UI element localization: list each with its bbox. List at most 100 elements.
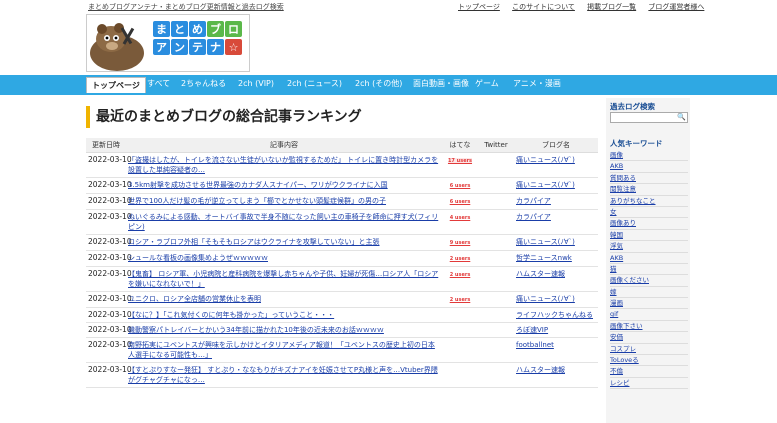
hatena-users[interactable]: 4 users — [450, 215, 471, 221]
keyword-list: 画像 AKB 質問ある 閲覧注意 ありがちなこと 女 画像あり 韓国 浮気 AK… — [610, 150, 688, 390]
keyword-link[interactable]: 画像下さい — [610, 322, 643, 330]
keyword-link[interactable]: gif — [610, 310, 618, 318]
blog-link[interactable]: ライフハックちゃんねる — [516, 311, 593, 319]
article-link[interactable]: 南野拓実にユベントスが興味を示しかけとイタリアメディア報道！「ユベントスの歴史上… — [128, 341, 435, 359]
log-search-input[interactable]: 🔍 — [610, 112, 688, 123]
nav-item-2ch[interactable]: 2ちゃんねる — [176, 75, 231, 93]
keyword-link[interactable]: 女 — [610, 208, 617, 216]
twitter-cell — [478, 291, 514, 308]
blog-link[interactable]: 痛いニュース(ﾉ∀`) — [516, 181, 575, 189]
keyword-link[interactable]: 猫 — [610, 265, 617, 273]
nav-item-videos[interactable]: 面白動画・画像 — [408, 75, 474, 93]
sidebar: 過去ログ検索 🔍 人気キーワード 画像 AKB 質問ある 閲覧注意 ありがちなこ… — [606, 98, 690, 423]
article-link[interactable]: 「盗撮はしたが、トイレを流さない生徒がいないか監視するためだ」 トイレに置き時計… — [128, 156, 438, 174]
row-date: 2022-03-10 — [86, 209, 132, 235]
nav-item-all[interactable]: すべて — [142, 75, 175, 93]
site-logo[interactable]: ま と め ブ ロ ア ン テ ナ ☆ — [86, 14, 250, 72]
site-description-link[interactable]: まとめブログアンテナ・まとめブログ更新情報と過去ログ検索 — [88, 2, 284, 12]
keyword-link[interactable]: AKB — [610, 254, 623, 262]
header-link-top[interactable]: トップページ — [458, 3, 500, 11]
keyword-link[interactable]: 韓国 — [610, 231, 623, 239]
header-link-owners[interactable]: ブログ運営者様へ — [648, 3, 704, 11]
article-link[interactable]: 機動警察パトレイバーとかいう34年前に描かれた10年後の近未来のお話ｗｗｗｗ — [128, 326, 384, 334]
blog-link[interactable]: カラパイア — [516, 213, 551, 221]
hatena-users[interactable]: 6 users — [450, 199, 471, 205]
hatena-users[interactable]: 9 users — [450, 240, 471, 246]
logo-char: ン — [171, 39, 188, 55]
keyword-link[interactable]: コスプレ — [610, 345, 636, 353]
twitter-cell — [478, 362, 514, 388]
mascot-icon — [90, 23, 144, 71]
table-row: 2022-03-10 機動警察パトレイバーとかいう34年前に描かれた10年後の近未… — [86, 322, 598, 338]
article-link[interactable]: 【すとぷりすなー発狂】 すとぷり・ななもりがキズナアイを妊娠させてP丸様と声を…… — [128, 366, 438, 384]
article-link[interactable]: 【鬼畜】 ロシア軍、小児病院と産科病院を爆撃し赤ちゃんや子供、妊婦が死傷…ロシア… — [128, 270, 438, 288]
row-date: 2022-03-10 — [86, 322, 132, 338]
hatena-users[interactable]: 2 users — [450, 297, 471, 303]
keyword-link[interactable]: レシピ — [610, 379, 630, 387]
keyword-link[interactable]: 漫画 — [610, 299, 623, 307]
nav-item-2ch-news[interactable]: 2ch (ニュース) — [282, 75, 347, 93]
keyword-link[interactable]: 不倫 — [610, 367, 623, 375]
article-link[interactable]: シュールな看板の画像集めようぜｗｗｗｗｗ — [128, 254, 268, 262]
article-link[interactable]: 3.5km射撃を成功させる世界最強のカナダ人スナイパー、ワリがウクライナに入国 — [128, 181, 388, 189]
row-date: 2022-03-10 — [86, 152, 132, 178]
top-bar: まとめブログアンテナ・まとめブログ更新情報と過去ログ検索 トップページ このサイ… — [0, 0, 777, 14]
nav-item-anime[interactable]: アニメ・漫画 — [508, 75, 566, 93]
keyword-link[interactable]: 閲覧注意 — [610, 185, 636, 193]
header-link-about[interactable]: このサイトについて — [512, 3, 575, 11]
nav-item-top[interactable]: トップページ — [86, 77, 146, 93]
keyword-link[interactable]: 画像ください — [610, 276, 649, 284]
article-link[interactable]: ユニクロ、ロシア全店舗の営業休止を表明 — [128, 295, 261, 303]
keyword-link[interactable]: 浮気 — [610, 242, 623, 250]
keyword-link[interactable]: 質問ある — [610, 174, 636, 182]
logo-char: ナ — [207, 39, 224, 55]
keyword-link[interactable]: 画像 — [610, 151, 623, 159]
keyword-link[interactable]: 嫁 — [610, 288, 617, 296]
article-link[interactable]: ぬいぐるみによる感動、オートバイ事故で半身不随になった飼い主の車椅子を師命に押す… — [128, 213, 438, 231]
header-links: トップページ このサイトについて 掲載ブログ一覧 ブログ運営者様へ — [458, 2, 714, 12]
keyword-link[interactable]: 画像あり — [610, 219, 636, 227]
twitter-cell — [478, 177, 514, 194]
blog-link[interactable]: カラパイア — [516, 197, 551, 205]
blog-link[interactable]: 痛いニュース(ﾉ∀`) — [516, 238, 575, 246]
nav-item-2ch-vip[interactable]: 2ch (VIP) — [233, 75, 279, 93]
row-date: 2022-03-10 — [86, 177, 132, 194]
blog-link[interactable]: 痛いニュース(ﾉ∀`) — [516, 156, 575, 164]
logo-char: ま — [153, 21, 170, 37]
search-icon[interactable]: 🔍 — [677, 113, 686, 121]
header-link-blog-list[interactable]: 掲載ブログ一覧 — [587, 3, 636, 11]
nav-divider — [0, 93, 777, 95]
keyword-link[interactable]: AKB — [610, 162, 623, 170]
list-item: レシピ — [610, 378, 688, 390]
list-item: 猫 — [610, 264, 688, 276]
hatena-users[interactable]: 17 users — [447, 157, 473, 164]
col-header-date: 更新日時 — [86, 138, 126, 153]
article-link[interactable]: 世界で100人だけ髪の毛が逆立ってしまう「櫛でとかせない頭髪症候群」の男の子 — [128, 197, 386, 205]
keyword-link[interactable]: ありがちなこと — [610, 197, 656, 205]
nav-item-2ch-other[interactable]: 2ch (その他) — [350, 75, 407, 93]
hatena-users[interactable]: 2 users — [450, 256, 471, 262]
list-item: 女 — [610, 207, 688, 219]
blog-link[interactable]: 痛いニュース(ﾉ∀`) — [516, 295, 575, 303]
blog-link[interactable]: ハムスター速報 — [516, 366, 565, 374]
keyword-link[interactable]: 安価 — [610, 333, 623, 341]
hatena-users[interactable]: 6 users — [450, 183, 471, 189]
article-link[interactable]: ロシア・ラブロフ外相「そもそもロシアはウクライナを攻撃していない」と主張 — [128, 238, 380, 246]
col-header-article: 記事内容 — [126, 138, 442, 153]
blog-link[interactable]: 哲学ニュースnwk — [516, 254, 572, 262]
blog-link[interactable]: ろぼ速VIP — [516, 326, 548, 334]
keyword-link[interactable]: ToLoveる — [610, 356, 639, 364]
logo-char: ロ — [225, 21, 242, 37]
article-link[interactable]: 【なに？】「これ気付くのに何年も掛かった」っていうこと・・・ — [128, 311, 334, 319]
hatena-users[interactable]: 2 users — [450, 272, 471, 278]
blog-link[interactable]: footballnet — [516, 341, 554, 349]
logo-title: ま と め ブ ロ ア ン テ ナ ☆ — [153, 21, 242, 57]
twitter-cell — [478, 152, 514, 178]
keyword-heading: 人気キーワード — [610, 139, 663, 148]
table-row: 2022-03-10 ユニクロ、ロシア全店舗の営業休止を表明 2 users 痛いニュ… — [86, 291, 598, 308]
blog-link[interactable]: ハムスター速報 — [516, 270, 565, 278]
log-search-heading: 過去ログ検索 — [610, 102, 655, 111]
table-row: 2022-03-10 【すとぷりすなー発狂】 すとぷり・ななもりがキズナアイを妊娠… — [86, 362, 598, 388]
main-nav: トップページ すべて 2ちゃんねる 2ch (VIP) 2ch (ニュース) 2… — [0, 75, 777, 93]
nav-item-games[interactable]: ゲーム — [470, 75, 504, 93]
